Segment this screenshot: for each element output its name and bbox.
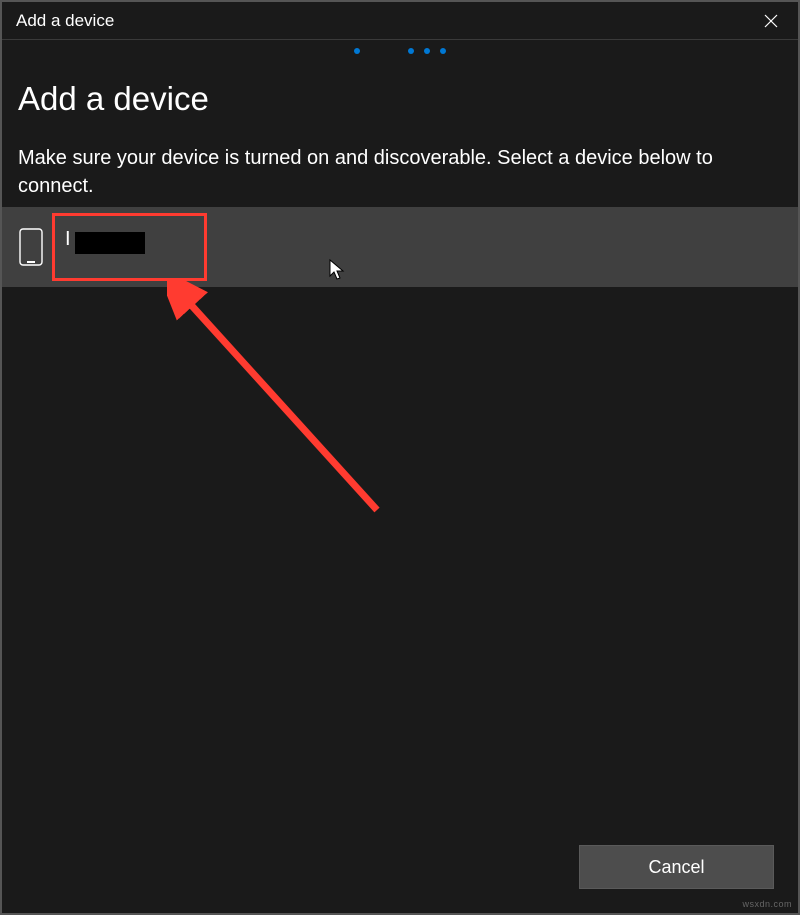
annotation-arrow-icon	[167, 280, 397, 535]
progress-dot	[424, 48, 430, 54]
device-name-label: I	[65, 228, 71, 251]
window-title: Add a device	[16, 11, 114, 31]
cancel-button[interactable]: Cancel	[579, 845, 774, 889]
close-button[interactable]	[748, 4, 794, 38]
window-titlebar: Add a device	[2, 2, 798, 40]
page-subtitle: Make sure your device is turned on and d…	[18, 144, 782, 200]
device-list-item[interactable]: I	[2, 207, 798, 287]
progress-indicator	[354, 48, 446, 54]
phone-icon	[18, 227, 44, 267]
annotation-highlight: I	[52, 213, 207, 281]
watermark-text: wsxdn.com	[742, 899, 792, 909]
progress-dot	[408, 48, 414, 54]
dialog-content: Add a device Make sure your device is tu…	[2, 40, 798, 200]
close-icon	[764, 14, 778, 28]
progress-dot	[440, 48, 446, 54]
progress-dot	[354, 48, 360, 54]
cancel-button-label: Cancel	[648, 857, 704, 878]
redacted-text	[75, 232, 145, 254]
page-title: Add a device	[18, 80, 782, 118]
